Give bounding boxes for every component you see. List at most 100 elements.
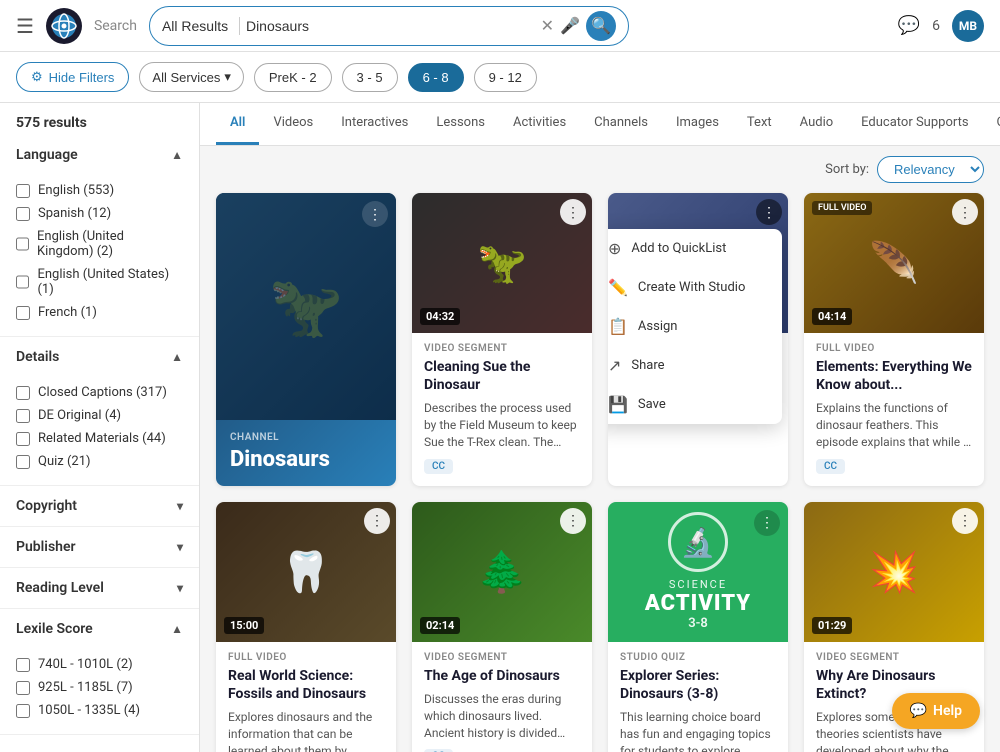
grade-68-button[interactable]: 6 - 8 [408,63,464,92]
sidebar-section-lexile: Lexile Score ▲ 740L - 1010L (2) 925L - 1… [0,609,199,735]
menu-icon[interactable]: ☰ [16,14,34,38]
dropdown-create-studio[interactable]: ✏️ Create With Studio [608,268,782,307]
chevron-up-icon: ▲ [171,622,183,636]
fullvideo-badge: FULL VIDEO [812,201,872,215]
search-button[interactable]: 🔍 [586,11,616,41]
sidebar-lexile-header[interactable]: Lexile Score ▲ [0,609,199,649]
lexile-item-1[interactable]: 740L - 1010L (2) [16,653,183,676]
dropdown-assign[interactable]: 📋 Assign [608,307,782,346]
dropdown-add-quicklist[interactable]: ⊕ Add to QuickList [608,229,782,268]
card-title: The Age of Dinosaurs [424,667,580,685]
card-thumb: 🦖 04:32 ⋮ [412,193,592,333]
details-item-quiz[interactable]: Quiz (21) [16,450,183,473]
english-checkbox[interactable] [16,184,30,198]
card-thumb: 🦷 15:00 ⋮ [216,502,396,642]
tab-text[interactable]: Text [733,103,786,145]
card-thumb: 🪶 FULL VIDEO 04:14 ⋮ [804,193,984,333]
lexile-item-2[interactable]: 925L - 1185L (7) [16,676,183,699]
quiz-checkbox[interactable] [16,455,30,469]
details-item-de[interactable]: DE Original (4) [16,404,183,427]
card-dinosaur-image[interactable]: 🦕 ⋮ ⊕ Add to QuickList ✏️ Create With St… [608,193,788,486]
cc-checkbox[interactable] [16,386,30,400]
sidebar-language-header[interactable]: Language ▲ [0,135,199,175]
channel-menu-button[interactable]: ⋮ [362,201,388,227]
de-checkbox[interactable] [16,409,30,423]
tab-videos[interactable]: Videos [259,103,327,145]
tab-interactives[interactable]: Interactives [327,103,422,145]
sidebar-copyright-header[interactable]: Copyright ▾ [0,486,199,526]
search-mic-icon[interactable]: 🎤 [560,16,580,35]
pencil-icon: ✏️ [608,278,628,297]
search-type-select[interactable]: All Results [162,18,233,34]
tab-audio[interactable]: Audio [786,103,847,145]
avatar[interactable]: MB [952,10,984,42]
copyright-section-title: Copyright [16,498,77,514]
card-age-of-dinosaurs[interactable]: 🌲 02:14 ⋮ VIDEO SEGMENT The Age of Dinos… [412,502,592,752]
sort-select[interactable]: Relevancy [877,156,984,183]
card-body: FULL VIDEO Real World Science: Fossils a… [216,642,396,752]
related-checkbox[interactable] [16,432,30,446]
tab-activities[interactable]: Activities [499,103,580,145]
spanish-checkbox[interactable] [16,207,30,221]
sidebar: 575 results Language ▲ English (553) Spa… [0,103,200,752]
tab-lessons[interactable]: Lessons [422,103,499,145]
filter-bar: ⚙ Hide Filters All Services ▾ PreK - 2 3… [0,52,1000,103]
grade-35-button[interactable]: 3 - 5 [342,63,398,92]
card-menu-button[interactable]: ⋮ [952,199,978,225]
lexile-3-checkbox[interactable] [16,704,30,718]
french-checkbox[interactable] [16,306,30,320]
card-explorer-series[interactable]: 🔬 SCIENCE ACTIVITY 3-8 ⋮ STUDIO QUIZ Exp… [608,502,788,752]
lexile-item-3[interactable]: 1050L - 1335L (4) [16,699,183,722]
de-label: DE Original (4) [38,408,121,423]
card-elements[interactable]: 🪶 FULL VIDEO 04:14 ⋮ FULL VIDEO Elements… [804,193,984,486]
chevron-down-icon: ▾ [224,69,231,85]
lexile-1-checkbox[interactable] [16,658,30,672]
card-cleaning-sue[interactable]: 🦖 04:32 ⋮ VIDEO SEGMENT Cleaning Sue the… [412,193,592,486]
sidebar-reading-level-header[interactable]: Reading Level ▾ [0,568,199,608]
hide-filters-button[interactable]: ⚙ Hide Filters [16,62,129,92]
language-item-english-us[interactable]: English (United States) (1) [16,263,183,301]
dropdown-share[interactable]: ↗ Share [608,346,782,385]
details-items: Closed Captions (317) DE Original (4) Re… [0,377,199,485]
card-menu-button[interactable]: ⋮ [560,199,586,225]
tab-educator-supports[interactable]: Educator Supports [847,103,982,145]
language-item-english[interactable]: English (553) [16,179,183,202]
tab-all[interactable]: All [216,103,259,145]
card-menu-button[interactable]: ⋮ [756,199,782,225]
lexile-2-checkbox[interactable] [16,681,30,695]
card-menu-button[interactable]: ⋮ [364,508,390,534]
search-clear-icon[interactable]: ✕ [541,16,554,35]
notif-count: 6 [932,18,940,34]
help-button[interactable]: 💬 Help [892,693,980,729]
all-services-select[interactable]: All Services ▾ [139,62,243,92]
sort-label: Sort by: [825,162,869,177]
chevron-down-icon: ▾ [177,540,183,554]
details-item-related[interactable]: Related Materials (44) [16,427,183,450]
card-real-world-science[interactable]: 🦷 15:00 ⋮ FULL VIDEO Real World Science:… [216,502,396,752]
grade-prek2-button[interactable]: PreK - 2 [254,63,332,92]
sidebar-details-header[interactable]: Details ▲ [0,337,199,377]
language-item-english-uk[interactable]: English (United Kingdom) (2) [16,225,183,263]
card-tags: CC [816,459,972,474]
language-item-spanish[interactable]: Spanish (12) [16,202,183,225]
english-uk-checkbox[interactable] [16,237,29,251]
notifications[interactable]: 6 [932,18,940,34]
card-type-label: FULL VIDEO [228,652,384,663]
sidebar-publisher-header[interactable]: Publisher ▾ [0,527,199,567]
card-type-label: VIDEO SEGMENT [424,652,580,663]
search-input[interactable] [246,18,535,34]
chat-icon[interactable]: 💬 [898,15,920,36]
dropdown-save[interactable]: 💾 Save [608,385,782,424]
tab-other-materials[interactable]: Other Materials [983,103,1000,145]
logo[interactable] [46,8,82,44]
language-item-french[interactable]: French (1) [16,301,183,324]
tab-images[interactable]: Images [662,103,733,145]
tab-channels[interactable]: Channels [580,103,662,145]
card-dinosaurs-channel[interactable]: 🦖 ⋮ CHANNEL Dinosaurs [216,193,396,486]
grade-912-button[interactable]: 9 - 12 [474,63,537,92]
details-item-cc[interactable]: Closed Captions (317) [16,381,183,404]
english-us-checkbox[interactable] [16,275,29,289]
card-menu-button[interactable]: ⋮ [754,510,780,536]
card-menu-button[interactable]: ⋮ [952,508,978,534]
card-menu-button[interactable]: ⋮ [560,508,586,534]
